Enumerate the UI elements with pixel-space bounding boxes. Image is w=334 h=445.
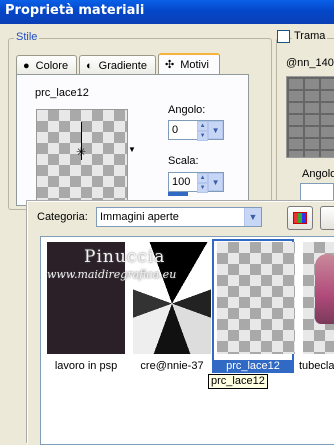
scale-label: Scala:	[168, 155, 199, 167]
scale-updown: ▲ ▼	[197, 173, 209, 193]
palette-icon	[293, 212, 307, 224]
center-crosshair-icon: ✳	[76, 145, 87, 159]
category-select-value: Immagini aperte	[100, 211, 179, 223]
second-button[interactable]	[320, 206, 334, 230]
tooltip: prc_lace12	[208, 374, 268, 389]
window-title: Proprietà materiali	[0, 0, 334, 24]
texture-preview[interactable]	[286, 76, 334, 158]
angle-label: Angolo:	[168, 104, 206, 116]
angle-updown: ▲ ▼	[197, 121, 209, 141]
texture-angle-label: Angolo	[302, 168, 334, 180]
angle-value: 0	[172, 124, 179, 136]
pattern-name: prc_lace12	[35, 87, 89, 99]
thumbnail-tubecla[interactable]	[303, 242, 334, 354]
scale-stepper-buttons: ▲ ▼ ▼	[197, 173, 223, 193]
scale-up-icon[interactable]: ▲	[197, 173, 209, 183]
pattern-icon: ✣	[165, 59, 175, 71]
scale-dropdown-icon[interactable]: ▼	[208, 173, 223, 191]
scale-slider-fill[interactable]	[168, 192, 188, 196]
thumbnail-prc-lace12[interactable]	[217, 242, 295, 354]
thumbnail-label: cre@nnie-37	[140, 360, 204, 372]
scale-down-icon[interactable]: ▼	[197, 183, 209, 193]
style-group-label: Stile	[14, 31, 40, 43]
texture-angle-field[interactable]	[300, 183, 334, 203]
tab-motivi[interactable]: ✣ Motivi	[158, 53, 220, 75]
angle-stepper-buttons: ▲ ▼ ▼	[197, 121, 223, 141]
thumbnail-label-selected: prc_lace12	[213, 360, 293, 372]
half-circle-icon: ◐	[86, 59, 93, 72]
thumbnail-label: lavoro in psp	[54, 360, 118, 372]
filled-circle-icon: ●	[23, 59, 30, 72]
angle-dropdown-icon[interactable]: ▼	[208, 121, 223, 139]
tab-colore-label: Colore	[35, 59, 69, 72]
angle-down-icon[interactable]: ▼	[197, 131, 209, 141]
pattern-preview[interactable]: ✳	[36, 109, 128, 206]
pattern-dropdown-arrow-icon[interactable]: ▼	[128, 145, 136, 154]
chevron-down-icon[interactable]: ▼	[244, 208, 261, 226]
texture-checkbox-label: Trama	[292, 30, 328, 42]
watermark-url: www.maidiregrafica.eu	[47, 268, 177, 281]
tab-colore[interactable]: ● Colore	[16, 55, 77, 75]
texture-checkbox[interactable]	[277, 30, 290, 43]
category-select[interactable]: Immagini aperte ▼	[96, 207, 262, 227]
category-label: Categoria:	[37, 211, 88, 223]
scale-stepper[interactable]: 100 ▲ ▼ ▼	[168, 172, 224, 193]
tab-gradiente[interactable]: ◐ Gradiente	[79, 55, 156, 75]
tab-motivi-label: Motivi	[180, 59, 209, 71]
angle-stepper[interactable]: 0 ▲ ▼ ▼	[168, 120, 224, 141]
watermark-title: Pinuccia	[84, 247, 166, 267]
tube-figure	[315, 254, 334, 324]
thumbnail-label: tubecla	[299, 360, 334, 372]
tab-gradiente-label: Gradiente	[98, 59, 147, 72]
texture-name: @nn_1404	[286, 57, 334, 69]
palette-button[interactable]	[287, 206, 313, 230]
angle-up-icon[interactable]: ▲	[197, 121, 209, 131]
scale-value: 100	[172, 176, 191, 188]
